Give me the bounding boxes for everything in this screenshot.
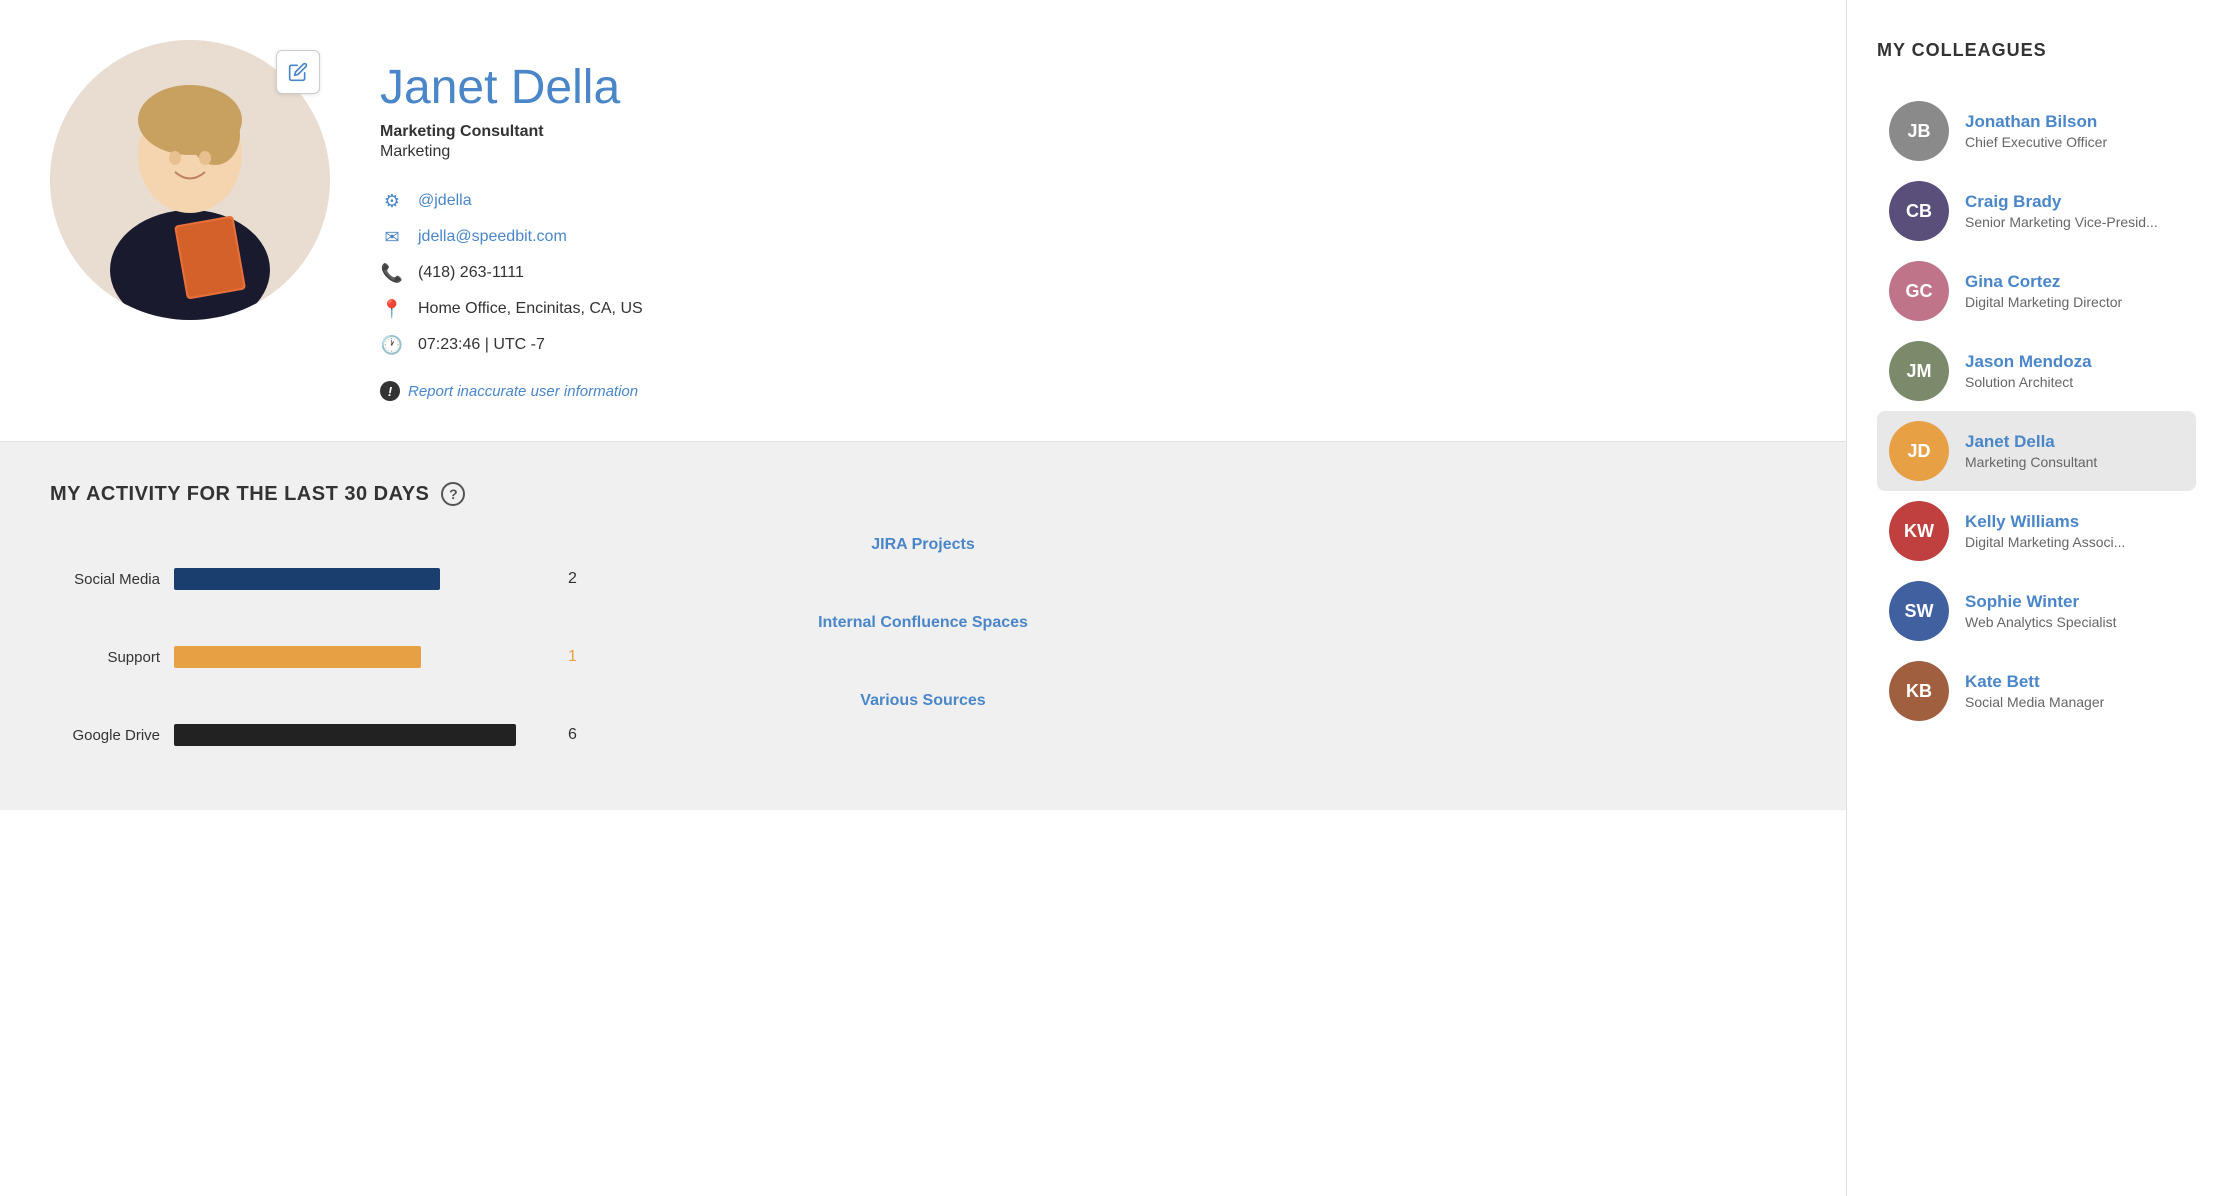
sources-group-title: Various Sources (50, 692, 1796, 710)
jira-group-title: JIRA Projects (50, 536, 1796, 554)
colleague-role: Web Analytics Specialist (1965, 614, 2184, 630)
profile-phone: (418) 263-1111 (418, 264, 524, 282)
colleague-role: Chief Executive Officer (1965, 134, 2184, 150)
colleague-item[interactable]: SW Sophie Winter Web Analytics Specialist (1877, 571, 2196, 651)
profile-info: Janet Della Marketing Consultant Marketi… (380, 40, 1796, 401)
profile-title: Marketing Consultant (380, 123, 1796, 141)
colleague-item[interactable]: JB Jonathan Bilson Chief Executive Officer (1877, 91, 2196, 171)
confluence-bar-count: 1 (568, 648, 588, 666)
colleague-item[interactable]: CB Craig Brady Senior Marketing Vice-Presi… (1877, 171, 2196, 251)
colleague-avatar: JB (1889, 101, 1949, 161)
colleague-role: Solution Architect (1965, 374, 2184, 390)
profile-name: Janet Della (380, 60, 1796, 115)
sidebar-title: MY COLLEAGUES (1877, 40, 2196, 61)
sources-bar-track (174, 724, 554, 746)
colleague-name: Sophie Winter (1965, 592, 2184, 612)
activity-header: MY ACTIVITY FOR THE LAST 30 DAYS ? (50, 482, 1796, 506)
contact-time-row: 🕐 07:23:46 | UTC -7 (380, 333, 1796, 357)
avatar-container (50, 40, 330, 320)
colleague-item[interactable]: GC Gina Cortez Digital Marketing Director (1877, 251, 2196, 331)
colleague-name: Janet Della (1965, 432, 2184, 452)
page-layout: Janet Della Marketing Consultant Marketi… (0, 0, 2226, 1196)
colleague-item[interactable]: KB Kate Bett Social Media Manager (1877, 651, 2196, 731)
colleague-role: Digital Marketing Associ... (1965, 534, 2184, 550)
jira-bar-label: Social Media (50, 571, 160, 588)
activity-group-confluence: Internal Confluence Spaces Support 1 (50, 614, 1796, 668)
report-link[interactable]: ! Report inaccurate user information (380, 381, 1796, 401)
activity-section: MY ACTIVITY FOR THE LAST 30 DAYS ? JIRA … (0, 442, 1846, 810)
colleague-avatar: KW (1889, 501, 1949, 561)
colleague-info: Jason Mendoza Solution Architect (1965, 352, 2184, 390)
report-link-text: Report inaccurate user information (408, 383, 638, 400)
colleague-name: Jonathan Bilson (1965, 112, 2184, 132)
confluence-bar-track (174, 646, 554, 668)
colleague-role: Marketing Consultant (1965, 454, 2184, 470)
contact-username-row: ⚙ @jdella (380, 189, 1796, 213)
edit-button[interactable] (276, 50, 320, 94)
profile-location: Home Office, Encinitas, CA, US (418, 300, 643, 318)
sidebar: MY COLLEAGUES JB Jonathan Bilson Chief Exe… (1846, 0, 2226, 1196)
activity-title: MY ACTIVITY FOR THE LAST 30 DAYS (50, 483, 429, 506)
colleague-avatar: GC (1889, 261, 1949, 321)
confluence-bar-fill (174, 646, 421, 668)
sources-bar-fill (174, 724, 516, 746)
sources-bar-count: 6 (568, 726, 588, 744)
confluence-bar-label: Support (50, 649, 160, 666)
jira-bar-row: Social Media 2 (50, 568, 1796, 590)
confluence-bar-row: Support 1 (50, 646, 1796, 668)
colleague-item[interactable]: KW Kelly Williams Digital Marketing Associ… (1877, 491, 2196, 571)
confluence-group-title: Internal Confluence Spaces (50, 614, 1796, 632)
colleague-info: Jonathan Bilson Chief Executive Officer (1965, 112, 2184, 150)
colleague-info: Janet Della Marketing Consultant (1965, 432, 2184, 470)
colleague-info: Kelly Williams Digital Marketing Associ..… (1965, 512, 2184, 550)
colleague-info: Craig Brady Senior Marketing Vice-Presid.… (1965, 192, 2184, 230)
contact-email-row: ✉ jdella@speedbit.com (380, 225, 1796, 249)
colleague-name: Craig Brady (1965, 192, 2184, 212)
colleague-item[interactable]: JM Jason Mendoza Solution Architect (1877, 331, 2196, 411)
colleague-name: Gina Cortez (1965, 272, 2184, 292)
activity-group-jira: JIRA Projects Social Media 2 (50, 536, 1796, 590)
colleague-role: Senior Marketing Vice-Presid... (1965, 214, 2184, 230)
colleague-avatar: JM (1889, 341, 1949, 401)
colleague-avatar: CB (1889, 181, 1949, 241)
profile-department: Marketing (380, 143, 1796, 161)
colleague-role: Social Media Manager (1965, 694, 2184, 710)
colleague-name: Kelly Williams (1965, 512, 2184, 532)
location-icon: 📍 (380, 297, 404, 321)
email-icon: ✉ (380, 225, 404, 249)
sources-bar-label: Google Drive (50, 727, 160, 744)
jira-bar-count: 2 (568, 570, 588, 588)
colleague-list: JB Jonathan Bilson Chief Executive Officer… (1877, 91, 2196, 731)
colleague-role: Digital Marketing Director (1965, 294, 2184, 310)
profile-username[interactable]: @jdella (418, 192, 472, 210)
jira-bar-fill (174, 568, 440, 590)
colleague-info: Kate Bett Social Media Manager (1965, 672, 2184, 710)
username-icon: ⚙ (380, 189, 404, 213)
help-icon[interactable]: ? (441, 482, 465, 506)
report-icon: ! (380, 381, 400, 401)
colleague-name: Kate Bett (1965, 672, 2184, 692)
activity-group-sources: Various Sources Google Drive 6 (50, 692, 1796, 746)
clock-icon: 🕐 (380, 333, 404, 357)
profile-section: Janet Della Marketing Consultant Marketi… (0, 0, 1846, 442)
sources-bar-row: Google Drive 6 (50, 724, 1796, 746)
main-content: Janet Della Marketing Consultant Marketi… (0, 0, 1846, 1196)
colleague-name: Jason Mendoza (1965, 352, 2184, 372)
colleague-info: Gina Cortez Digital Marketing Director (1965, 272, 2184, 310)
contact-phone-row: 📞 (418) 263-1111 (380, 261, 1796, 285)
profile-time: 07:23:46 | UTC -7 (418, 336, 545, 354)
colleague-avatar: KB (1889, 661, 1949, 721)
profile-email[interactable]: jdella@speedbit.com (418, 228, 567, 246)
jira-bar-track (174, 568, 554, 590)
phone-icon: 📞 (380, 261, 404, 285)
contact-info: ⚙ @jdella ✉ jdella@speedbit.com 📞 (418) … (380, 189, 1796, 357)
colleague-avatar: JD (1889, 421, 1949, 481)
colleague-info: Sophie Winter Web Analytics Specialist (1965, 592, 2184, 630)
contact-location-row: 📍 Home Office, Encinitas, CA, US (380, 297, 1796, 321)
colleague-avatar: SW (1889, 581, 1949, 641)
colleague-item[interactable]: JD Janet Della Marketing Consultant (1877, 411, 2196, 491)
